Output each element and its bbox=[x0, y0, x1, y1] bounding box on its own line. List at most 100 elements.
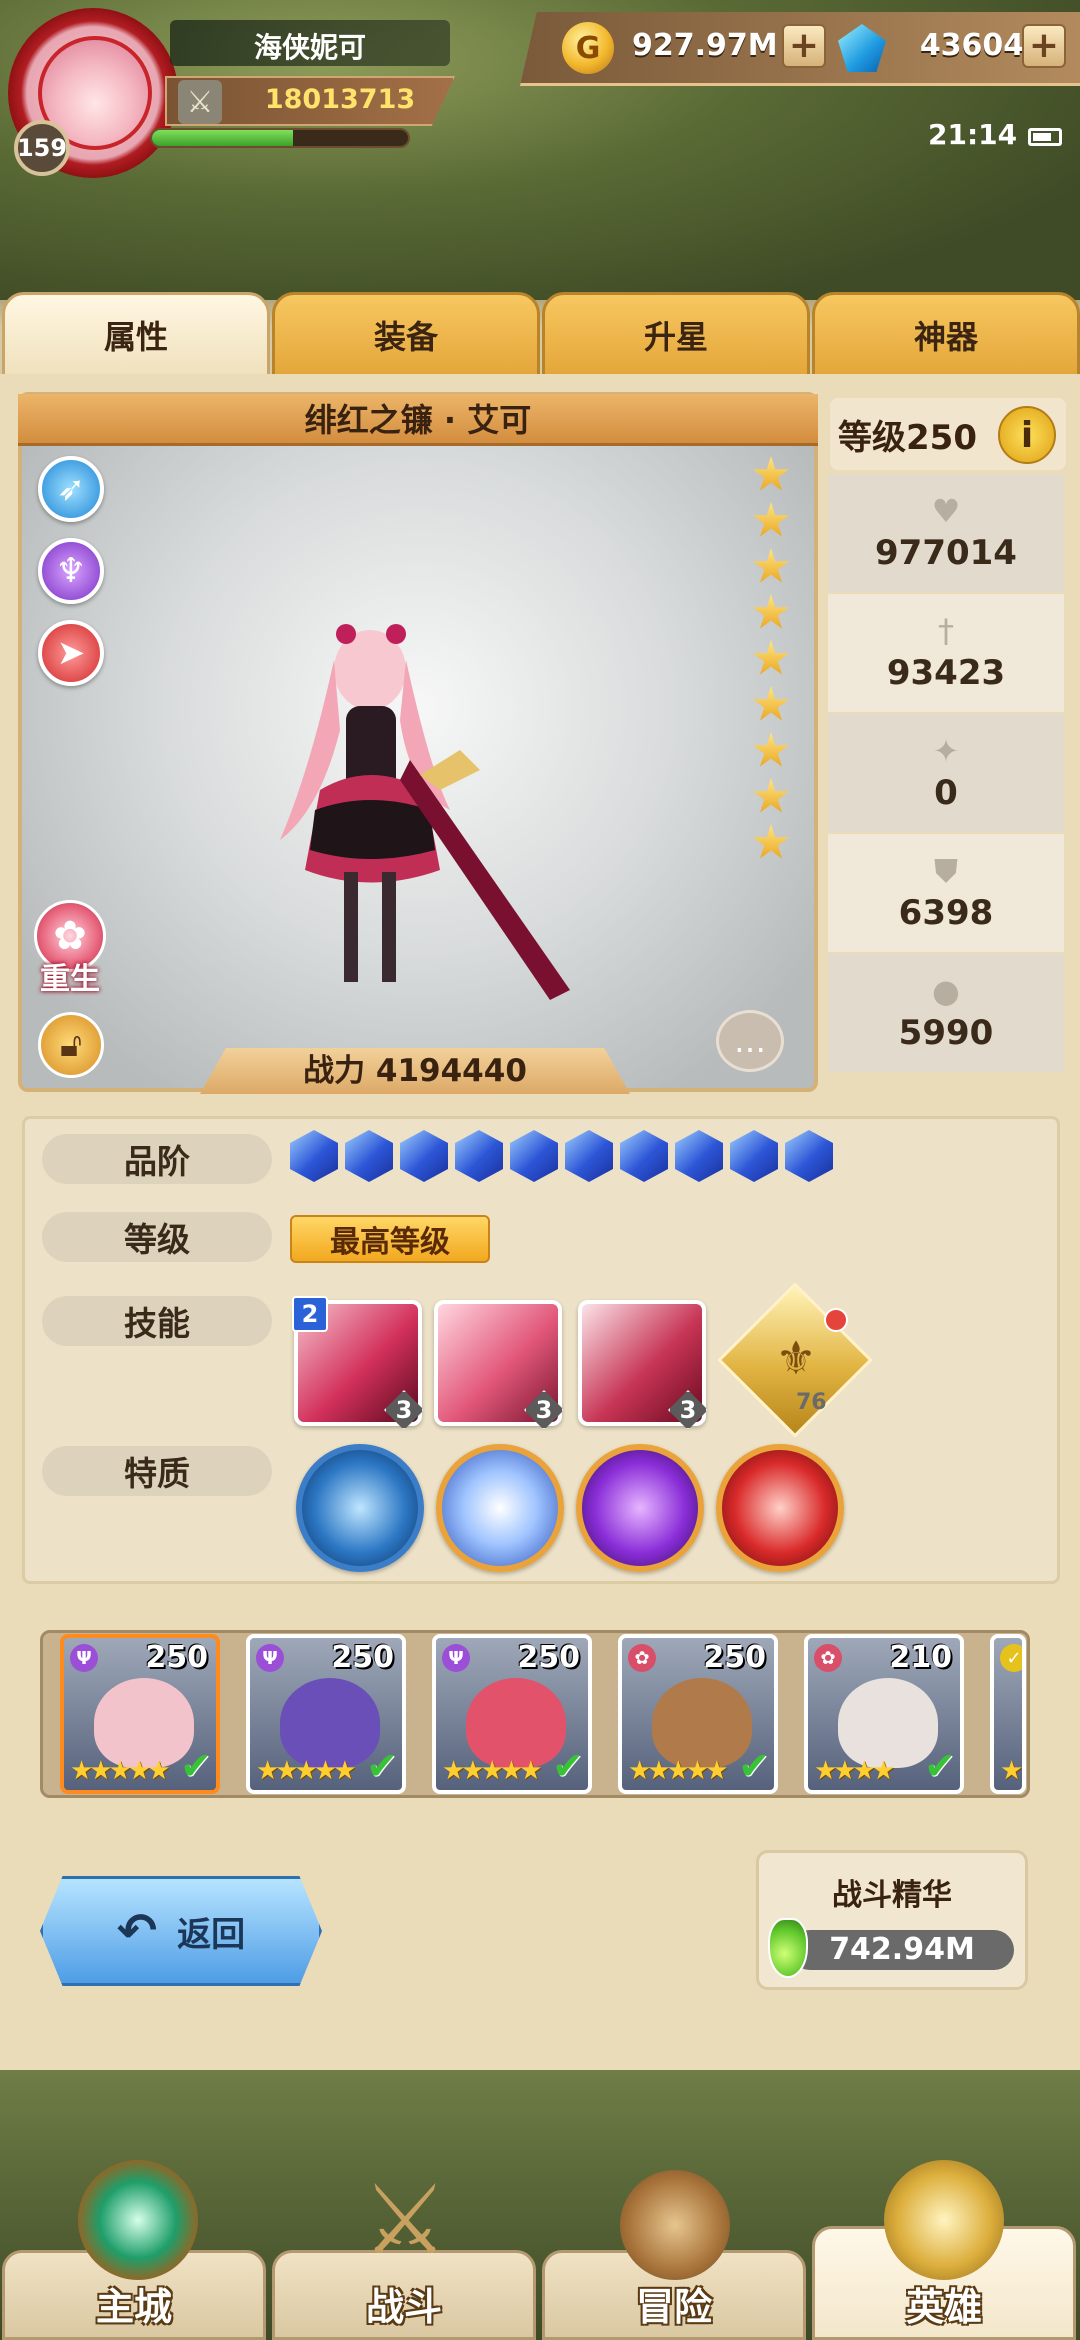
star-icon bbox=[752, 732, 790, 767]
player-power-value: 18013713 bbox=[264, 84, 416, 115]
back-button[interactable]: ↶ 返回 bbox=[40, 1876, 322, 1986]
castle-emblem-icon[interactable] bbox=[78, 2160, 198, 2280]
trait-light-burst[interactable] bbox=[436, 1444, 564, 1572]
chat-bubble-icon[interactable]: … bbox=[716, 1010, 784, 1072]
grade-gem-icon bbox=[345, 1130, 393, 1182]
add-gold-button[interactable]: + bbox=[782, 24, 826, 68]
hero-level: 250 bbox=[517, 1640, 580, 1675]
hero-level: 等级250 bbox=[838, 418, 977, 458]
trait-shark-bite[interactable] bbox=[716, 1444, 844, 1572]
return-arrow-icon: ↶ bbox=[116, 1903, 158, 1959]
max-level-badge: 最高等级 bbox=[290, 1215, 490, 1263]
check-icon: ✔ bbox=[366, 1744, 398, 1788]
hero-card[interactable]: ✿ 210 ★★★★ ✔ bbox=[804, 1634, 964, 1794]
drop-icon: ● bbox=[932, 972, 960, 1010]
wing-icon[interactable]: ➶ bbox=[38, 456, 104, 522]
grade-label: 品阶 bbox=[42, 1134, 272, 1184]
skill-points-badge: 2 bbox=[292, 1296, 328, 1332]
star-icon bbox=[752, 640, 790, 675]
crossed-swords-icon[interactable]: ⚔ bbox=[350, 2170, 460, 2270]
demon-icon[interactable]: ♆ bbox=[38, 538, 104, 604]
star-icon bbox=[752, 548, 790, 583]
check-icon: ✔ bbox=[180, 1744, 212, 1788]
star-icon bbox=[752, 594, 790, 629]
stat-speed: ● 5990 bbox=[828, 954, 1064, 1072]
hero-card[interactable]: Ψ 250 ★★★★★ ✔ bbox=[432, 1634, 592, 1794]
grade-gem-icon bbox=[675, 1130, 723, 1182]
grade-gem-icon bbox=[730, 1130, 778, 1182]
battle-essence-value: 742.94M bbox=[790, 1930, 1014, 1970]
hero-stars: ★★★★★ bbox=[70, 1756, 171, 1786]
treasure-map-icon[interactable] bbox=[620, 2170, 730, 2280]
potion-bottle-icon bbox=[768, 1918, 808, 1978]
skill-3[interactable]: 3 bbox=[578, 1300, 708, 1430]
trait-shadow-orb[interactable] bbox=[576, 1444, 704, 1572]
traits-label: 特质 bbox=[42, 1446, 272, 1496]
hero-level: 210 bbox=[889, 1640, 952, 1675]
grade-gem-icon bbox=[565, 1130, 613, 1182]
notification-dot bbox=[824, 1308, 848, 1332]
stat-value: 93423 bbox=[886, 653, 1006, 693]
hero-level: 250 bbox=[145, 1640, 208, 1675]
check-icon: ✔ bbox=[924, 1744, 956, 1788]
stat-hp: ♥ 977014 bbox=[828, 474, 1064, 592]
grade-gems bbox=[290, 1130, 850, 1186]
star-burst-icon: ✦ bbox=[932, 732, 960, 770]
battery-level bbox=[1033, 133, 1051, 141]
heart-icon: ♥ bbox=[931, 492, 961, 530]
back-button-label: 返回 bbox=[177, 1914, 246, 1955]
hero-character-art[interactable] bbox=[250, 610, 570, 1030]
class-icon: Ψ bbox=[442, 1644, 470, 1672]
tab-star-up[interactable]: 升星 bbox=[542, 292, 810, 378]
add-gems-button[interactable]: + bbox=[1022, 24, 1066, 68]
skill-level: 3 bbox=[668, 1390, 708, 1430]
experience-bar bbox=[150, 128, 410, 148]
hero-star-rating bbox=[752, 456, 790, 866]
grade-gem-icon bbox=[785, 1130, 833, 1182]
hero-stars: ★★★★★ bbox=[256, 1756, 357, 1786]
hero-portrait bbox=[466, 1678, 566, 1768]
skills-label: 技能 bbox=[42, 1296, 272, 1346]
star-icon bbox=[752, 456, 790, 491]
trait-ice-slash[interactable] bbox=[296, 1444, 424, 1572]
grade-gem-icon bbox=[510, 1130, 558, 1182]
battle-essence-title: 战斗精华 bbox=[832, 1878, 952, 1913]
rebirth-label[interactable]: 重生 bbox=[22, 954, 118, 997]
hero-portrait bbox=[280, 1678, 380, 1768]
check-icon: ✔ bbox=[552, 1744, 584, 1788]
star-icon bbox=[752, 686, 790, 721]
gold-coin-icon: G bbox=[562, 22, 614, 74]
info-button[interactable]: i bbox=[998, 406, 1056, 464]
grade-gem-icon bbox=[400, 1130, 448, 1182]
stat-value: 5990 bbox=[898, 1013, 994, 1053]
hero-stars: ★★★★★ bbox=[628, 1756, 729, 1786]
star-icon bbox=[752, 502, 790, 537]
rocket-icon[interactable]: ➤ bbox=[38, 620, 104, 686]
hero-card[interactable]: Ψ 250 ★★★★★ ✔ bbox=[246, 1634, 406, 1794]
hero-level: 250 bbox=[331, 1640, 394, 1675]
tab-equipment[interactable]: 装备 bbox=[272, 292, 540, 378]
hero-card[interactable]: Ψ 250 ★★★★★ ✔ bbox=[60, 1634, 220, 1794]
sword-icon: † bbox=[938, 612, 954, 650]
tab-attributes[interactable]: 属性 bbox=[2, 292, 270, 378]
grade-gem-icon bbox=[290, 1130, 338, 1182]
crossed-swords-icon: ⚔ bbox=[178, 80, 222, 124]
player-level-badge: 159 bbox=[14, 120, 70, 176]
star-icon bbox=[752, 824, 790, 859]
combat-power: 战力 4194440 bbox=[200, 1048, 630, 1094]
hero-helmet-icon[interactable] bbox=[884, 2160, 1004, 2280]
gold-amount: 927.97M bbox=[632, 28, 778, 63]
hero-card[interactable]: ✿ 250 ★★★★★ ✔ bbox=[618, 1634, 778, 1794]
stat-attack: † 93423 bbox=[828, 594, 1064, 712]
class-icon: Ψ bbox=[256, 1644, 284, 1672]
class-icon: ✿ bbox=[814, 1644, 842, 1672]
tab-artifact[interactable]: 神器 bbox=[812, 292, 1080, 378]
gem-amount: 43604 bbox=[919, 28, 1025, 63]
hero-stars: ★★★★ bbox=[814, 1756, 895, 1786]
hero-name: 绯红之镰 · 艾可 bbox=[18, 394, 818, 446]
skill-2[interactable]: 3 bbox=[434, 1300, 564, 1430]
skill-level: 3 bbox=[524, 1390, 564, 1430]
stat-value: 977014 bbox=[875, 533, 1017, 573]
hero-card[interactable]: ✓ ★ bbox=[990, 1634, 1026, 1794]
unlock-icon[interactable]: 🔓︎ bbox=[38, 1012, 104, 1078]
